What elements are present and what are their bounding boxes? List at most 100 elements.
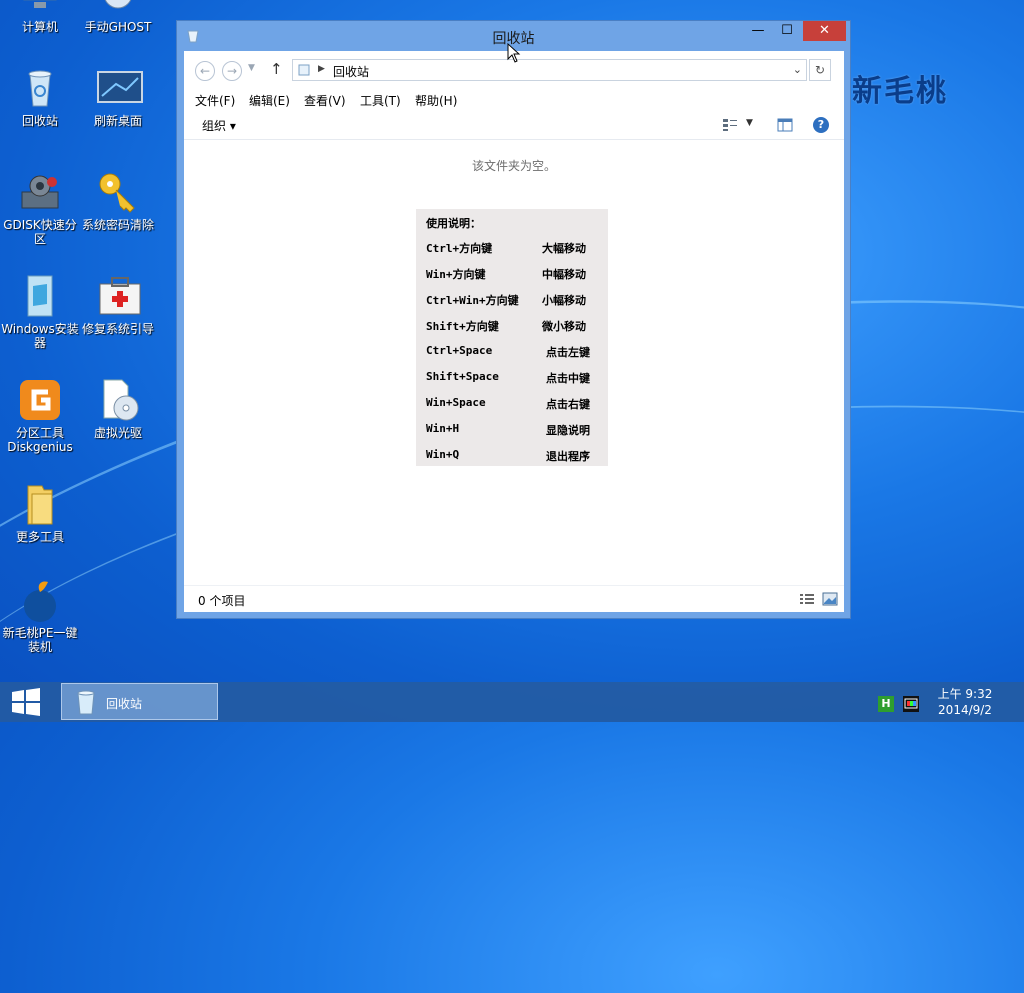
menu-help[interactable]: 帮助(H) [415, 92, 457, 109]
desktop-icon-label: 更多工具 [15, 530, 64, 544]
shortcut-action: 微小移动 [542, 320, 586, 333]
recent-locations-chevron-icon[interactable]: ▼ [248, 63, 255, 73]
desktop-icon-virtual-drive[interactable]: 虚拟光驱 [78, 378, 158, 440]
desktop-icon-diskgenius[interactable]: 分区工具Diskgenius [0, 378, 80, 454]
menu-bar: 文件(F) 编辑(E) 查看(V) 工具(T) 帮助(H) [184, 89, 844, 111]
empty-folder-message: 该文件夹为空。 [471, 159, 556, 173]
desktop-icon-windows-installer[interactable]: Windows安装器 [0, 274, 80, 350]
desktop-icon-label: 计算机 [21, 20, 58, 34]
instruction-row: Win+方向键 中幅移动 [426, 266, 606, 286]
gear-disk-icon [18, 170, 62, 214]
menu-edit[interactable]: 编辑(E) [249, 92, 290, 109]
address-dropdown-chevron-icon[interactable]: ⌄ [793, 63, 802, 76]
instruction-row: Win+Q 退出程序 [426, 448, 606, 468]
desktop-icon-repair-boot[interactable]: 修复系统引导 [78, 274, 158, 336]
instruction-row: Ctrl+Win+方向键 小幅移动 [426, 292, 606, 312]
preview-pane-icon[interactable] [777, 117, 793, 133]
monitor-icon [96, 66, 143, 110]
shortcut-action: 点击右键 [546, 398, 590, 411]
desktop-icon-label: 手动GHOST [84, 20, 152, 34]
organize-button[interactable]: 组织 ▾ [202, 117, 236, 134]
tray-h-icon[interactable]: H [878, 696, 894, 712]
details-view-icon[interactable] [799, 592, 815, 606]
virtual-drive-icon [96, 378, 140, 422]
mouse-cursor-icon [507, 42, 521, 66]
forward-arrow-icon[interactable]: → [222, 61, 242, 81]
view-dropdown-chevron-icon[interactable]: ▼ [746, 118, 753, 128]
desktop-icon-ghost[interactable]: 手动GHOST [78, 0, 158, 34]
explorer-body: ← → ▼ ↑ ▶ 回收站 ⌄ ↻ 文件(F) 编辑(E) 查看(V) 工具(T… [184, 51, 844, 612]
maximize-button[interactable]: ☐ [774, 21, 800, 41]
desktop-icon-label: 系统密码清除 [81, 218, 154, 232]
desktop-icon-refresh-desktop[interactable]: 刷新桌面 [78, 66, 158, 128]
windows-start-icon[interactable] [10, 687, 42, 717]
windows-installer-icon [18, 274, 62, 318]
key-icon [96, 170, 140, 214]
instruction-row: Ctrl+Space 点击左键 [426, 344, 606, 364]
desktop-icon-label: Windows安装器 [1, 322, 79, 350]
computer-icon [18, 0, 62, 16]
desktop-icon-computer[interactable]: 计算机 [0, 0, 80, 34]
recycle-bin-icon [74, 689, 98, 715]
taskbar-item-recycle-bin[interactable]: 回收站 [61, 683, 218, 720]
shortcut-key: Win+H [426, 422, 460, 435]
minimize-button[interactable]: — [745, 21, 771, 41]
desktop-icon-label: 刷新桌面 [93, 114, 142, 128]
shortcut-key: Ctrl+方向键 [426, 242, 493, 255]
shortcut-key: Shift+Space [426, 370, 499, 383]
instruction-row: Win+H 显隐说明 [426, 422, 606, 442]
refresh-icon[interactable]: ↻ [809, 59, 831, 81]
instruction-row: Shift+方向键 微小移动 [426, 318, 606, 338]
desktop-icon-more-tools[interactable]: 更多工具 [0, 482, 80, 544]
brand-logo-text: 新毛桃 [852, 74, 948, 109]
help-icon[interactable]: ? [813, 117, 829, 133]
large-icons-view-icon[interactable] [822, 592, 838, 606]
address-text: 回收站 [333, 65, 370, 79]
shortcut-action: 小幅移动 [542, 294, 586, 307]
desktop-icon-password-clear[interactable]: 系统密码清除 [78, 170, 158, 232]
up-arrow-icon[interactable]: ↑ [270, 60, 283, 78]
peach-icon [18, 578, 62, 622]
folder-icon [18, 482, 62, 526]
shortcut-key: Ctrl+Space [426, 344, 493, 357]
view-options-icon[interactable] [722, 118, 738, 132]
item-count: 0 个项目 [198, 594, 246, 608]
desktop-icon-one-click-install[interactable]: 新毛桃PE一键装机 [0, 578, 80, 654]
system-clock[interactable]: 上午 9:32 2014/9/2 [930, 686, 1000, 718]
taskbar: 回收站 H 上午 9:32 2014/9/2 [0, 682, 1024, 722]
desktop-icon-recycle-bin[interactable]: 回收站 [0, 66, 80, 128]
taskbar-item-label: 回收站 [106, 697, 143, 711]
recycle-bin-window: 回收站 — ☐ ✕ ← → ▼ ↑ ▶ 回收站 ⌄ ↻ 文件(F) 编辑(E) … [176, 20, 851, 619]
desktop-icon-label: 回收站 [21, 114, 58, 128]
instruction-row: Win+Space 点击右键 [426, 396, 606, 416]
menu-file[interactable]: 文件(F) [195, 92, 235, 109]
shortcut-action: 点击中键 [546, 372, 590, 385]
shortcut-key: Shift+方向键 [426, 320, 499, 333]
tray-display-icon[interactable] [903, 696, 919, 712]
menu-view[interactable]: 查看(V) [304, 92, 346, 109]
menu-tools[interactable]: 工具(T) [360, 92, 401, 109]
back-arrow-icon[interactable]: ← [195, 61, 215, 81]
recycle-bin-icon [18, 66, 62, 110]
desktop-icon-label: 虚拟光驱 [93, 426, 142, 440]
shortcut-key: Win+Q [426, 448, 460, 461]
address-bar[interactable]: ▶ 回收站 ⌄ [292, 59, 807, 81]
shortcut-key: Ctrl+Win+方向键 [426, 294, 519, 307]
breadcrumb-separator-icon: ▶ [318, 64, 325, 74]
shortcut-key: Win+方向键 [426, 268, 486, 281]
recycle-bin-icon [298, 64, 310, 76]
instruction-row: Shift+Space 点击中键 [426, 370, 606, 390]
desktop-icon-label: 修复系统引导 [81, 322, 154, 336]
instruction-row: Ctrl+方向键 大幅移动 [426, 240, 606, 260]
shortcut-action: 大幅移动 [542, 242, 586, 255]
desktop-icon-gdisk[interactable]: GDISK快速分区 [0, 170, 80, 246]
shortcut-action: 显隐说明 [546, 424, 590, 437]
ghost-icon [96, 0, 140, 16]
clock-date: 2014/9/2 [938, 703, 992, 717]
file-list-area[interactable]: 该文件夹为空。 使用说明： Ctrl+方向键 大幅移动 Win+方向键 中幅移动… [184, 139, 844, 579]
close-button[interactable]: ✕ [803, 21, 846, 41]
desktop-icon-label: 分区工具Diskgenius [7, 426, 73, 454]
shortcut-key: Win+Space [426, 396, 486, 409]
desktop-icon-label: 新毛桃PE一键装机 [2, 626, 78, 654]
shortcut-action: 退出程序 [546, 450, 590, 463]
